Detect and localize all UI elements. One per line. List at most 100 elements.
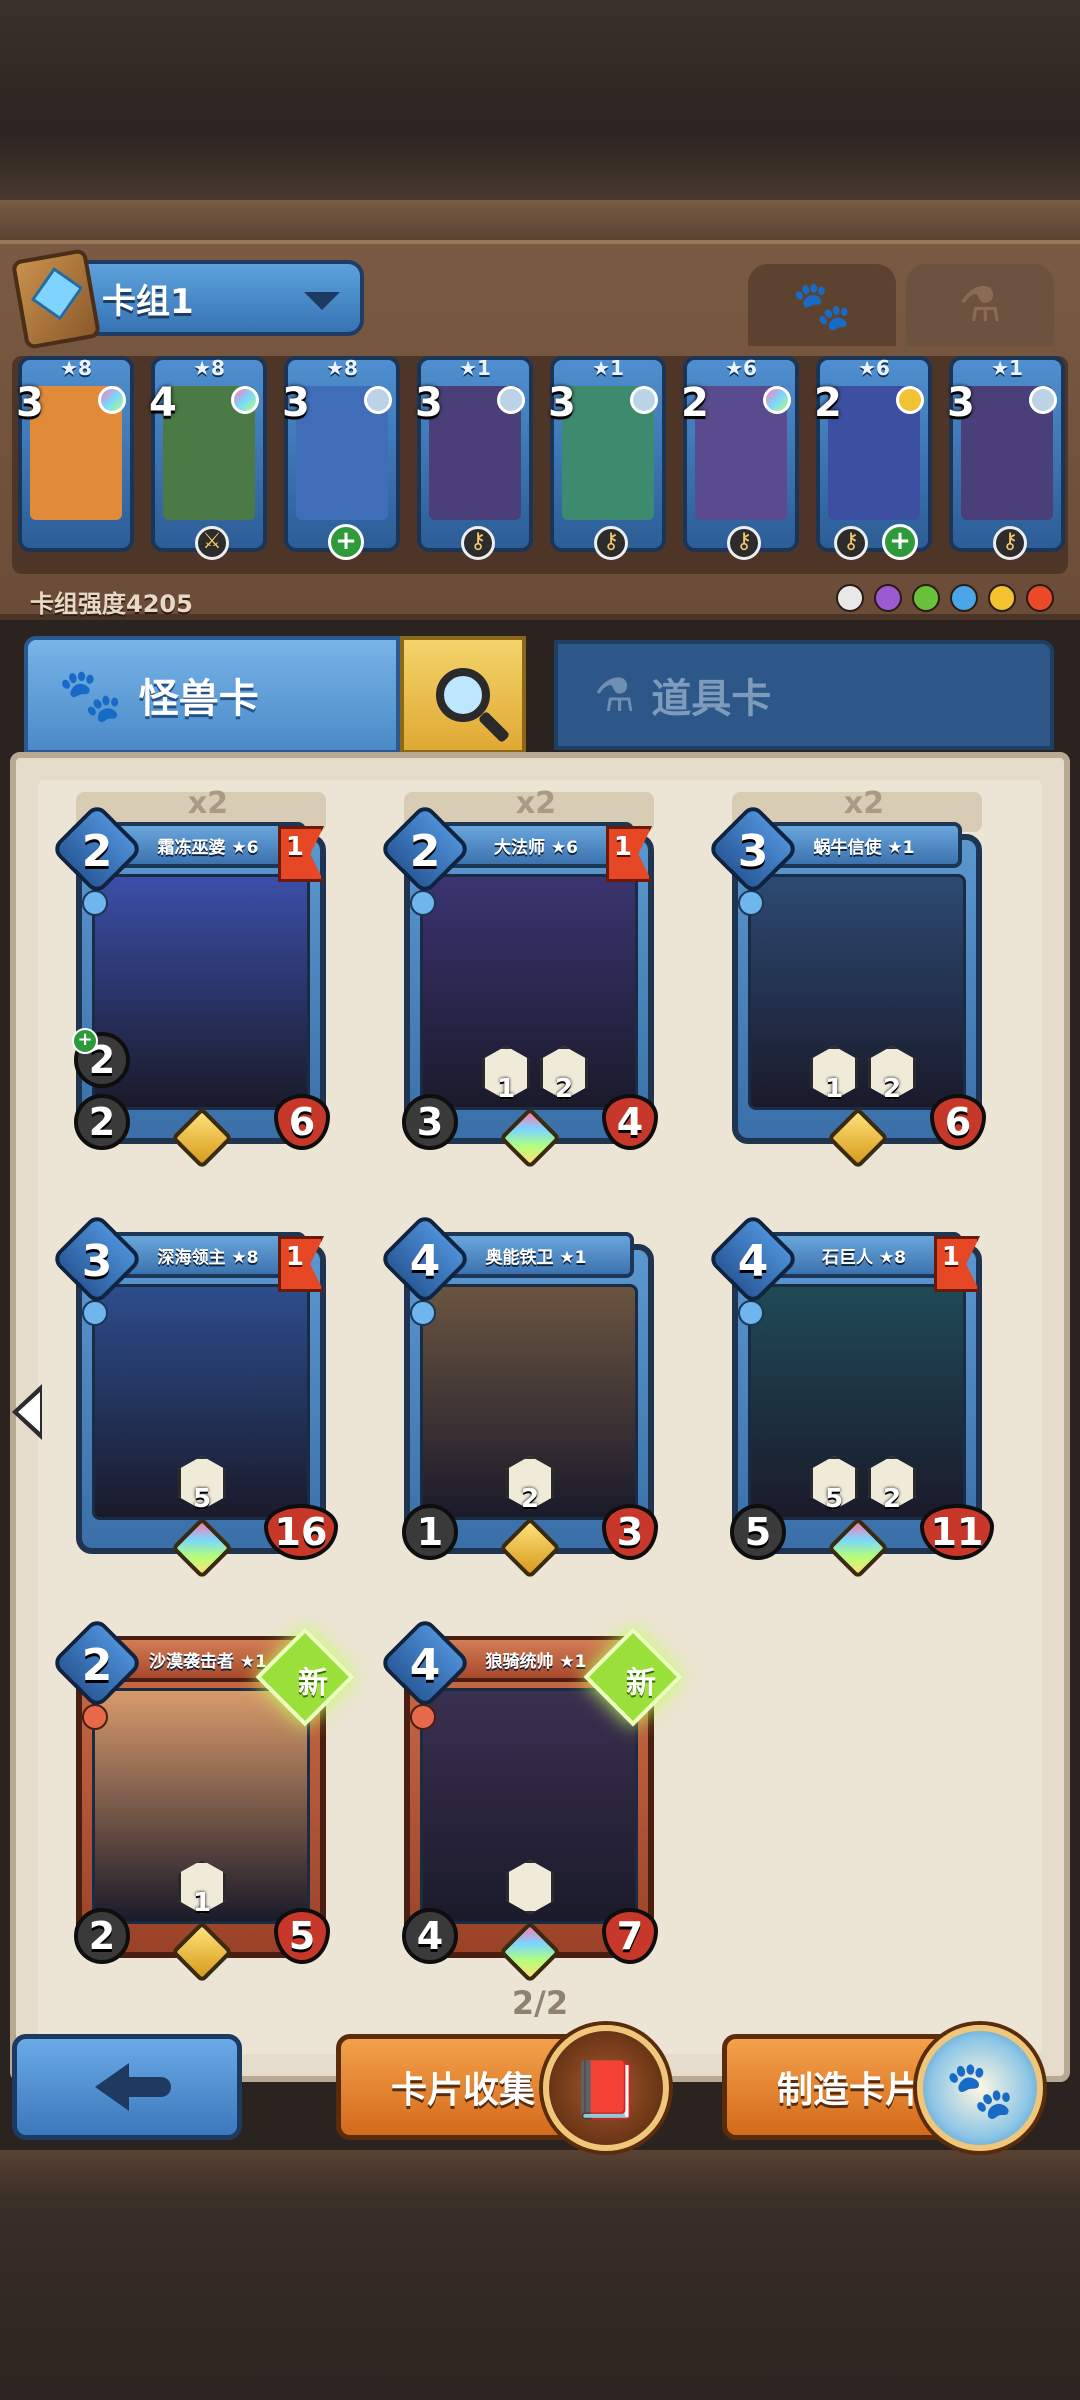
tribe-icon (912, 584, 940, 612)
deck-power-label: 卡组强度4205 (30, 590, 193, 618)
tribe-icon (988, 584, 1016, 612)
monster-card[interactable]: 奥能铁卫 ★1 4 2 1 3 (378, 1212, 660, 1580)
card-name: 蜗牛信使 ★1 (813, 837, 915, 858)
tribe-icon (410, 890, 436, 916)
monster-card[interactable]: 狼骑统帅 ★1 4 新 4 7 (378, 1616, 683, 1984)
craft-card-button[interactable]: 制造卡片 🐾 (722, 2025, 1043, 2151)
key-icon: ⚷ (993, 526, 1027, 560)
deck-card-cost: 2 (681, 380, 709, 426)
card-count: x2 (515, 786, 557, 821)
deck-card-cost: 2 (814, 380, 842, 426)
potion-icon: ⚗ (958, 277, 1002, 333)
tribe-icon (1026, 584, 1054, 612)
paw-icon: 🐾 (58, 665, 123, 726)
bottom-wood-background (0, 2150, 1080, 2400)
deck-card-cost: 3 (947, 380, 975, 426)
tab-item-deck[interactable]: ⚗ (906, 264, 1054, 346)
rarity-gem-icon (763, 386, 791, 414)
attack-stat: 4 (402, 1908, 458, 1964)
tribe-icons (836, 584, 1054, 612)
deck-card[interactable]: ★1 3 ⚷ (415, 356, 533, 560)
attack-stat: 5 (730, 1504, 786, 1560)
tribe-icon (874, 584, 902, 612)
card-flag-count: 1 (613, 832, 632, 862)
deck-card[interactable]: ★6 2 ⚷ + (814, 356, 932, 560)
tribe-icon (738, 890, 764, 916)
card-name: 狼骑统帅 ★1 (485, 1651, 587, 1672)
deck-card[interactable]: ★1 3 ⚷ (548, 356, 666, 560)
rarity-gem-icon (896, 386, 924, 414)
monster-card[interactable]: 蜗牛信使 ★1 3 1 2 6 (706, 802, 988, 1170)
paw-icon: 🐾 (792, 277, 852, 334)
card-name: 石巨人 ★8 (822, 1247, 906, 1268)
monster-card[interactable]: 沙漠袭击者 ★1 2 新 1 2 5 (50, 1616, 355, 1984)
ability-value: 5 (824, 1484, 844, 1514)
key-icon: ⚷ (834, 526, 868, 560)
card-cost: 4 (409, 1639, 441, 1691)
tribe-icon (82, 1704, 108, 1730)
card-count: x2 (843, 786, 885, 821)
tab-monster-cards[interactable]: 🐾 怪兽卡 (24, 636, 400, 754)
card-cost: 4 (409, 1235, 441, 1287)
craft-card-label: 制造卡片 (777, 2070, 922, 2111)
potion-icon: ⚗ (594, 668, 636, 722)
attack-stat: 1 (402, 1504, 458, 1560)
key-icon: ⚷ (727, 526, 761, 560)
paw-jar-icon: 🐾 (917, 2025, 1043, 2151)
card-name-banner: 蜗牛信使 ★1 (766, 822, 962, 868)
card-name-banner: 大法师 ★6 (438, 822, 634, 868)
top-wood-background (0, 0, 1080, 240)
deck-card[interactable]: ★8 4 ⚔ (149, 356, 267, 560)
tribe-icon (410, 1704, 436, 1730)
tribe-icon (738, 1300, 764, 1326)
deck-card-cost: 3 (282, 380, 310, 426)
monster-card[interactable]: 深海领主 ★8 3 1 5 16 (50, 1212, 338, 1580)
deck-card[interactable]: ★8 3 + (282, 356, 400, 560)
rarity-gem-icon (98, 386, 126, 414)
deck-card-cost: 3 (415, 380, 443, 426)
ability-value: 1 (824, 1074, 844, 1104)
tribe-icon (836, 584, 864, 612)
card-collection-button[interactable]: 卡片收集 📕 (336, 2025, 669, 2151)
chevron-down-icon (304, 292, 340, 310)
card-cost: 4 (737, 1235, 769, 1287)
new-badge-label: 新 (298, 1666, 328, 1701)
previous-page-arrow-icon[interactable] (12, 1384, 42, 1440)
search-button[interactable] (400, 636, 526, 754)
tab-item-cards[interactable]: ⚗ 道具卡 (554, 640, 1054, 750)
tab-monster-deck[interactable]: 🐾 (748, 264, 896, 346)
tribe-icon (82, 1300, 108, 1326)
card-flag-count: 1 (285, 1242, 304, 1272)
ability-value: 2 (554, 1074, 574, 1104)
deck-card[interactable]: ★8 3 (16, 356, 134, 552)
tribe-icon (82, 890, 108, 916)
tribe-icon (950, 584, 978, 612)
rarity-gem-icon (497, 386, 525, 414)
tribe-icon (410, 1300, 436, 1326)
monster-card[interactable]: 霜冻巫婆 ★621226 (50, 802, 332, 1170)
health-stat: 11 (920, 1504, 994, 1560)
deck-card[interactable]: ★6 2 ⚷ (681, 356, 799, 560)
monster-card[interactable]: 大法师 ★6 2 1 1 2 3 4 (378, 802, 660, 1170)
health-stat: 16 (264, 1504, 338, 1560)
key-icon: ⚷ (594, 526, 628, 560)
tab-item-label: 道具卡 (651, 676, 772, 722)
card-cost: 2 (81, 1639, 113, 1691)
deck-panel: 卡组1 🐾 ⚗ ★8 3 ★8 4 ⚔ ★8 3 + ★1 3 ⚷ ★1 3 ⚷ ★6 2 ⚷ ★6 2 ⚷ + ★1 3 ⚷… (0, 240, 1080, 620)
sword-icon: ⚔ (195, 526, 229, 560)
deck-card[interactable]: ★1 3 ⚷ (947, 356, 1065, 560)
ability-value: 1 (192, 1888, 212, 1918)
deck-selector-dropdown[interactable]: 卡组1 (10, 248, 364, 350)
search-icon (436, 668, 490, 722)
card-name-banner: 奥能铁卫 ★1 (438, 1232, 634, 1278)
deck-card-cost: 3 (16, 380, 44, 426)
rarity-gem-icon (231, 386, 259, 414)
card-flag-count: 1 (285, 832, 304, 862)
card-book-icon: 📕 (543, 2025, 669, 2151)
rarity-gem-icon (630, 386, 658, 414)
card-cost: 3 (81, 1235, 113, 1287)
monster-card[interactable]: 石巨人 ★8 4 1 5 2 5 11 (706, 1212, 994, 1580)
card-name-banner: 深海领主 ★8 (110, 1232, 306, 1278)
back-button[interactable] (12, 2034, 242, 2140)
card-flag-count: 1 (941, 1242, 960, 1272)
